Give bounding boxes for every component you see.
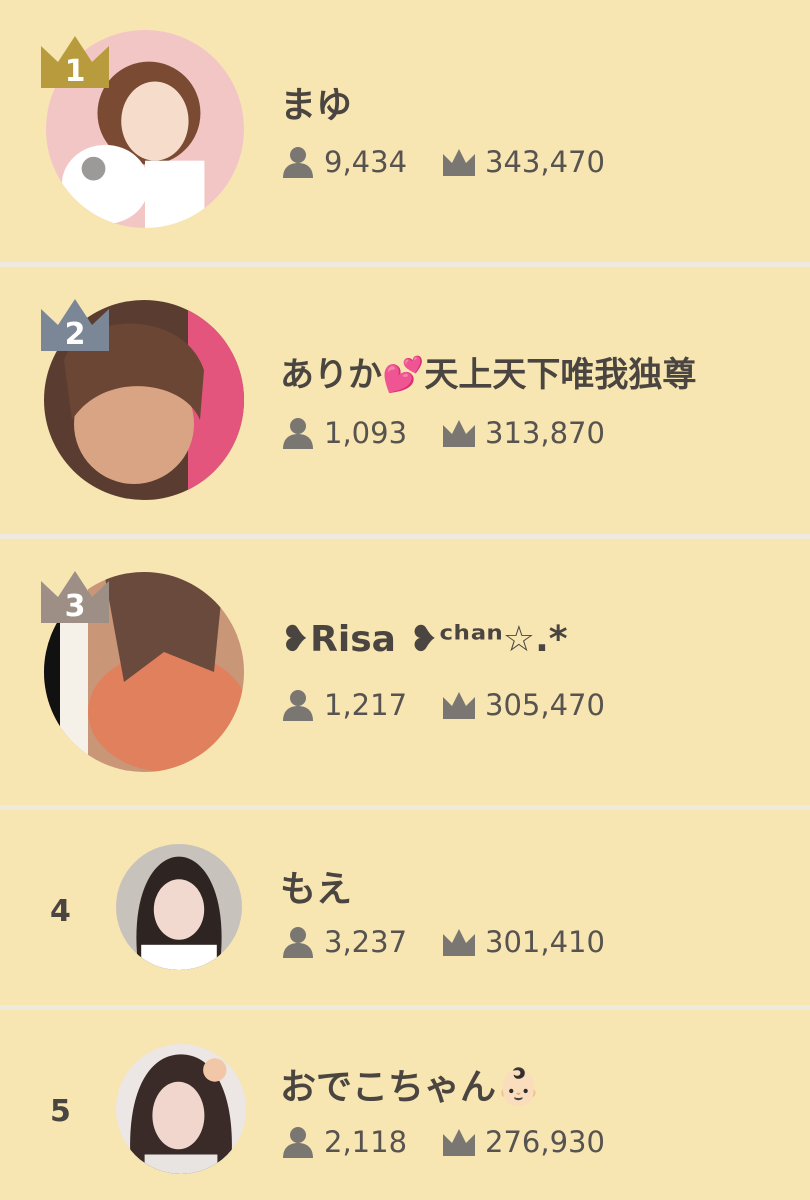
rank-number: 2 [64,317,86,352]
user-name[interactable]: おでこちゃん👶🏻 [280,1058,541,1110]
crown-icon [441,415,477,451]
user-avatar[interactable] [116,1044,246,1174]
ranking-row[interactable]: 4 もえ 3,237 301,410 [0,810,810,1005]
user-stats: 3,237 301,410 [280,922,639,962]
user-name[interactable]: ありか💕天上天下唯我独尊 [280,347,696,396]
user-stats: 9,434 343,470 [280,142,639,182]
follower-count: 1,093 [324,416,408,450]
point-count: 343,470 [485,145,605,179]
rank-number: 1 [64,54,86,89]
rank-number: 4 [50,894,71,929]
user-name[interactable]: ❥Risa ❥ᶜʰᵃⁿ☆.* [280,619,568,660]
point-count: 301,410 [485,925,605,959]
user-stats: 1,217 305,470 [280,685,639,725]
silver-crown-badge: 2 [38,295,112,355]
bronze-crown-badge: 3 [38,567,112,627]
user-name[interactable]: まゆ [280,76,352,128]
ranking-row[interactable]: 1 まゆ 9,434 343,470 [0,0,810,262]
person-icon [280,144,316,180]
follower-count: 1,217 [324,688,408,722]
gold-crown-badge: 1 [38,32,112,92]
follower-count: 9,434 [324,145,408,179]
crown-icon [441,687,477,723]
person-icon [280,1124,316,1160]
crown-icon [441,924,477,960]
rank-number: 3 [64,589,86,624]
follower-count: 3,237 [324,925,408,959]
rank-number: 5 [50,1094,71,1129]
point-count: 276,930 [485,1125,605,1159]
user-avatar[interactable] [116,844,242,970]
user-stats: 1,093 313,870 [280,413,639,453]
person-icon [280,687,316,723]
point-count: 313,870 [485,416,605,450]
person-icon [280,924,316,960]
user-name[interactable]: もえ [280,860,352,912]
follower-count: 2,118 [324,1125,408,1159]
ranking-list: 1 まゆ 9,434 343,470 2 ありか💕天上天下唯我独尊 1,093 … [0,0,810,1200]
ranking-row[interactable]: 5 おでこちゃん👶🏻 2,118 276,930 [0,1010,810,1200]
crown-icon [441,1124,477,1160]
ranking-row[interactable]: 2 ありか💕天上天下唯我独尊 1,093 313,870 [0,267,810,534]
crown-icon [441,144,477,180]
ranking-row[interactable]: 3 ❥Risa ❥ᶜʰᵃⁿ☆.* 1,217 305,470 [0,539,810,805]
user-stats: 2,118 276,930 [280,1122,639,1162]
person-icon [280,415,316,451]
point-count: 305,470 [485,688,605,722]
